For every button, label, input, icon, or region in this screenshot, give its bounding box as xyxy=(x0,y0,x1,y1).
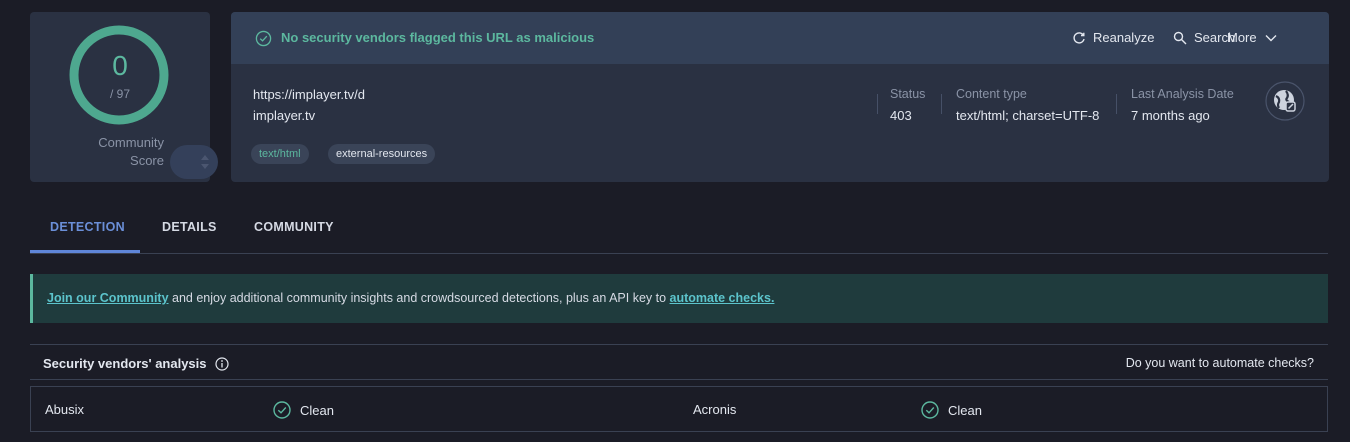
tag-external-resources[interactable]: external-resources xyxy=(328,144,436,164)
verdict-message: No security vendors flagged this URL as … xyxy=(281,30,595,45)
vendors-analysis-header: Security vendors' analysis Do you want t… xyxy=(30,344,1328,380)
table-row: Abusix Clean Acronis Clean xyxy=(30,386,1328,432)
detection-total: / 97 xyxy=(109,87,130,101)
content-type-value: text/html; charset=UTF-8 xyxy=(956,108,1100,123)
active-tab-indicator xyxy=(30,250,140,253)
reanalyze-button[interactable]: Reanalyze xyxy=(1072,30,1154,45)
vendor-name: Acronis xyxy=(693,402,737,417)
search-button[interactable]: Search xyxy=(1173,30,1235,45)
vendors-analysis-title-text: Security vendors' analysis xyxy=(43,356,207,371)
join-community-link[interactable]: Join our Community xyxy=(47,291,169,305)
tab-community[interactable]: COMMUNITY xyxy=(254,220,334,234)
more-button[interactable]: More xyxy=(1227,30,1278,45)
refresh-icon xyxy=(1073,31,1085,44)
check-circle-icon xyxy=(921,401,939,419)
automate-checks-question[interactable]: Do you want to automate checks? xyxy=(1126,356,1314,370)
last-analysis-label: Last Analysis Date xyxy=(1131,87,1234,101)
detection-score: 0 xyxy=(112,50,128,81)
analyzed-domain[interactable]: implayer.tv xyxy=(253,108,315,123)
automate-checks-link[interactable]: automate checks. xyxy=(670,291,775,305)
last-analysis-value: 7 months ago xyxy=(1131,108,1210,123)
meta-divider xyxy=(941,94,942,114)
chevron-down-icon xyxy=(1265,34,1277,41)
check-circle-icon xyxy=(273,401,291,419)
vendor-result: Clean xyxy=(921,401,982,419)
tab-detection[interactable]: DETECTION xyxy=(50,220,125,234)
meta-divider xyxy=(1116,94,1117,114)
community-score-card: 0 / 97 Community Score xyxy=(30,12,218,182)
tag-text-html[interactable]: text/html xyxy=(251,144,309,164)
more-label: More xyxy=(1227,30,1257,45)
analyzed-url[interactable]: https://implayer.tv/d xyxy=(253,87,365,102)
community-score-vote-toggle[interactable] xyxy=(170,145,218,179)
meta-divider xyxy=(877,94,878,114)
verdict-banner: No security vendors flagged this URL as … xyxy=(231,12,1329,64)
tab-details[interactable]: DETAILS xyxy=(162,220,217,234)
info-icon[interactable] xyxy=(214,356,229,371)
vendor-result: Clean xyxy=(273,401,334,419)
vendors-analysis-title: Security vendors' analysis xyxy=(43,356,229,371)
community-notice: Join our Community and enjoy additional … xyxy=(30,274,1328,323)
globe-link-icon[interactable] xyxy=(1265,81,1305,121)
url-summary-card: No security vendors flagged this URL as … xyxy=(231,12,1329,182)
status-label: Status xyxy=(890,87,926,101)
vendor-result-label: Clean xyxy=(300,402,334,418)
notice-body: and enjoy additional community insights … xyxy=(168,291,670,305)
vendor-result-label: Clean xyxy=(948,402,982,418)
check-circle-icon xyxy=(255,30,272,47)
notice-text: Join our Community and enjoy additional … xyxy=(47,291,774,305)
community-score-label: Community Score xyxy=(98,135,164,168)
content-type-label: Content type xyxy=(956,87,1027,101)
search-icon xyxy=(1173,31,1187,44)
vendor-name: Abusix xyxy=(45,402,85,417)
reanalyze-label: Reanalyze xyxy=(1093,30,1155,45)
vote-arrows-icon xyxy=(201,155,209,169)
report-tabs: DETECTION DETAILS COMMUNITY xyxy=(30,210,1328,254)
status-value: 403 xyxy=(890,108,912,123)
